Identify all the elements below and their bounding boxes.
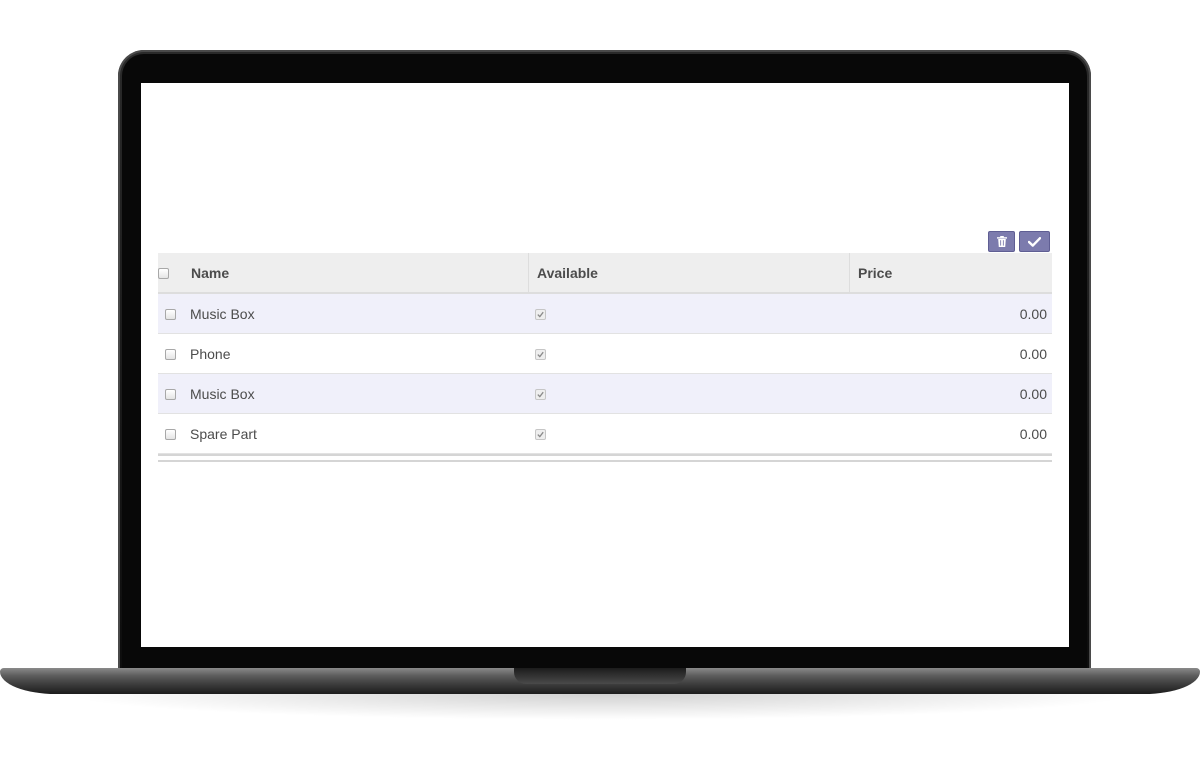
table-header-row: Name Available Price bbox=[158, 253, 1052, 294]
table-row[interactable]: Phone 0.00 bbox=[158, 333, 1052, 374]
cell-name: Spare Part bbox=[182, 413, 529, 454]
cell-name: Phone bbox=[182, 333, 529, 374]
select-all-cell bbox=[158, 253, 182, 294]
available-checkbox bbox=[534, 389, 546, 401]
table-row[interactable]: Music Box 0.00 bbox=[158, 373, 1052, 414]
available-checkbox bbox=[534, 429, 546, 441]
cell-available bbox=[528, 413, 850, 454]
save-button[interactable] bbox=[1019, 231, 1050, 252]
available-checkbox bbox=[534, 349, 546, 361]
column-header-price[interactable]: Price bbox=[849, 253, 1052, 294]
table-footer bbox=[158, 454, 1052, 462]
row-checkbox[interactable] bbox=[164, 389, 176, 401]
row-select-cell bbox=[158, 293, 182, 334]
table-row[interactable]: Spare Part 0.00 bbox=[158, 413, 1052, 454]
cell-price: 0.00 bbox=[849, 333, 1052, 374]
product-list-table: Name Available Price Music Box 0.00 Phon… bbox=[158, 253, 1052, 454]
select-all-checkbox[interactable] bbox=[158, 268, 169, 280]
cell-available bbox=[528, 333, 850, 374]
row-checkbox[interactable] bbox=[164, 309, 176, 321]
cell-available bbox=[528, 373, 850, 414]
available-checkbox bbox=[534, 309, 546, 321]
delete-button[interactable] bbox=[988, 231, 1015, 252]
table-row[interactable]: Music Box 0.00 bbox=[158, 293, 1052, 334]
laptop-shadow bbox=[60, 694, 1140, 720]
trash-icon bbox=[996, 236, 1007, 247]
app-screen: Name Available Price Music Box 0.00 Phon… bbox=[141, 83, 1069, 647]
cell-price: 0.00 bbox=[849, 293, 1052, 334]
row-select-cell bbox=[158, 333, 182, 374]
column-header-available[interactable]: Available bbox=[528, 253, 850, 294]
row-select-cell bbox=[158, 413, 182, 454]
laptop-base bbox=[0, 668, 1200, 694]
row-checkbox[interactable] bbox=[164, 349, 176, 361]
laptop-notch bbox=[514, 668, 686, 684]
checkmark-icon bbox=[1028, 236, 1041, 247]
cell-name: Music Box bbox=[182, 373, 529, 414]
cell-available bbox=[528, 293, 850, 334]
cell-price: 0.00 bbox=[849, 413, 1052, 454]
row-checkbox[interactable] bbox=[164, 429, 176, 441]
cell-name: Music Box bbox=[182, 293, 529, 334]
column-header-name[interactable]: Name bbox=[182, 253, 529, 294]
row-select-cell bbox=[158, 373, 182, 414]
list-toolbar bbox=[988, 231, 1050, 252]
cell-price: 0.00 bbox=[849, 373, 1052, 414]
